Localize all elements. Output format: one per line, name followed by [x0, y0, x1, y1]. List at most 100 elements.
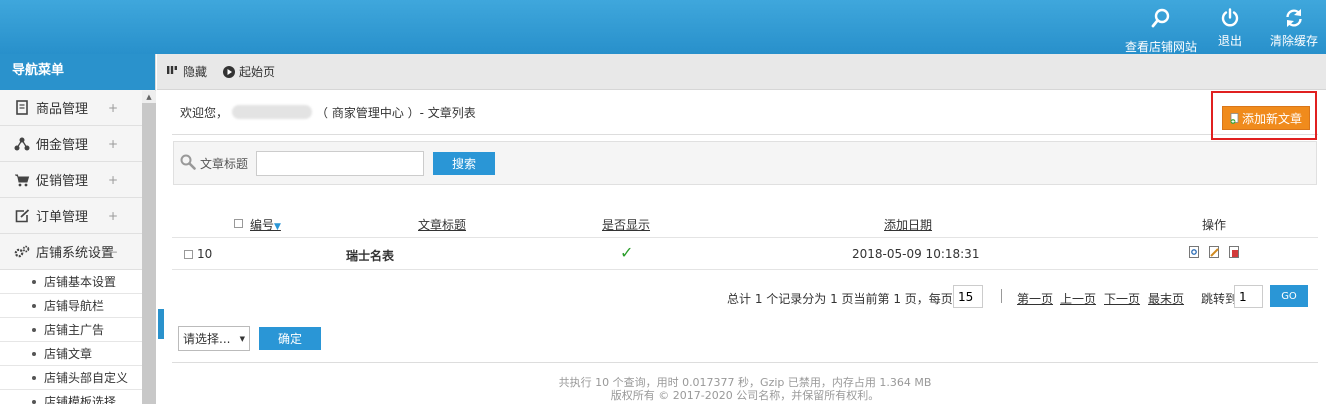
jump-page-input[interactable] — [1234, 285, 1263, 308]
go-button[interactable]: GO — [1270, 285, 1308, 307]
footer-copyright: 版权所有 © 2017-2020 公司名称，并保留所有权利。 — [610, 389, 880, 402]
sidebar-item-label: 佣金管理 — [36, 138, 89, 153]
table-header: 编号▼ 文章标题 是否显示 添加日期 操作 — [172, 210, 1318, 238]
sidebar-scrollbar[interactable]: ▲ — [142, 91, 156, 404]
sidebar-subitem-label: 店铺文章 — [44, 347, 93, 361]
scroll-up-arrow[interactable]: ▲ — [142, 91, 156, 103]
sidebar-item-goods[interactable]: 商品管理 + — [0, 90, 142, 126]
search-icon — [180, 154, 196, 173]
edit-icon — [14, 208, 30, 224]
add-document-icon — [1230, 112, 1240, 124]
page-size-input[interactable] — [953, 285, 983, 308]
column-header-title[interactable]: 文章标题 — [418, 216, 466, 233]
row-actions — [1189, 246, 1240, 261]
select-all-checkbox-wrap — [234, 216, 247, 230]
column-header-id-label: 编号 — [250, 218, 275, 232]
prev-page-link[interactable]: 上一页 — [1060, 290, 1096, 307]
add-article-highlight: 添加新文章 — [1211, 91, 1317, 140]
column-header-show[interactable]: 是否显示 — [602, 216, 650, 233]
bullet — [32, 279, 36, 284]
article-date: 2018-05-09 10:18:31 — [852, 247, 980, 261]
show-status-check[interactable]: ✓ — [620, 243, 633, 262]
tab-home[interactable]: 起始页 — [223, 63, 275, 80]
nav-list: 商品管理 + 佣金管理 + 促销管理 + 订单管理 + 店铺系统设置 − 店铺基… — [0, 90, 155, 404]
sidebar-subitem-navbar[interactable]: 店铺导航栏 — [0, 294, 142, 318]
gears-icon — [14, 244, 30, 260]
bullet — [32, 303, 36, 308]
main-content: 欢迎您， （ 商家管理中心 ）- 文章列表 添加新文章 文章标题 搜索 编号▼ … — [172, 90, 1318, 402]
sidebar-item-commission[interactable]: 佣金管理 + — [0, 126, 142, 162]
search-icon — [1151, 8, 1170, 28]
table-row: 10 瑞士名表 ✓ 2018-05-09 10:18:31 — [172, 238, 1318, 270]
row-checkbox[interactable] — [184, 250, 193, 259]
power-icon — [1221, 8, 1239, 27]
logout-label: 退出 — [1217, 34, 1242, 48]
column-header-date[interactable]: 添加日期 — [884, 216, 932, 233]
row-checkbox-cell: 10 — [184, 247, 212, 261]
bullet — [32, 375, 36, 380]
batch-select-value: 请选择... — [183, 331, 231, 346]
sidebar-subitem-label: 店铺主广告 — [44, 323, 105, 337]
sidebar-subitem-label: 店铺模板选择 — [44, 395, 117, 404]
footer: 共执行 10 个查询，用时 0.017377 秒，Gzip 已禁用，内存占用 1… — [172, 362, 1318, 402]
sidebar-subitem-articles[interactable]: 店铺文章 — [0, 342, 142, 366]
expand-toggle[interactable]: + — [108, 101, 118, 115]
hide-sidebar-button[interactable]: 隐藏 — [167, 63, 207, 80]
article-table: 编号▼ 文章标题 是否显示 添加日期 操作 10 瑞士名表 ✓ 2018-05-… — [172, 210, 1318, 270]
next-page-link[interactable]: 下一页 — [1104, 290, 1140, 307]
chevron-down-icon: ▼ — [239, 334, 245, 343]
search-button[interactable]: 搜索 — [433, 151, 496, 175]
sidebar-collapse-tab[interactable] — [158, 309, 164, 339]
top-bar: 查看店铺网站 退出 清除缓存 — [0, 0, 1326, 54]
sidebar-item-label: 订单管理 — [36, 210, 89, 225]
view-shop-button[interactable]: 查看店铺网站 — [1124, 0, 1198, 54]
book-icon — [14, 100, 30, 116]
cart-icon — [14, 172, 30, 188]
sidebar-item-shop-settings[interactable]: 店铺系统设置 − — [0, 234, 142, 270]
select-all-checkbox[interactable] — [234, 219, 243, 228]
column-header-id[interactable]: 编号▼ — [250, 216, 281, 233]
collapse-toggle[interactable]: − — [108, 245, 118, 259]
column-header-ops: 操作 — [1202, 218, 1227, 232]
expand-toggle[interactable]: + — [108, 137, 118, 151]
sidebar-subitem-label: 店铺导航栏 — [44, 299, 105, 313]
sidebar-subitem-main-ad[interactable]: 店铺主广告 — [0, 318, 142, 342]
sidebar-subitem-header-custom[interactable]: 店铺头部自定义 — [0, 366, 142, 390]
batch-action-select[interactable]: 请选择... ▼ — [178, 325, 250, 351]
sidebar: 导航菜单 商品管理 + 佣金管理 + 促销管理 + 订单管理 + 店铺系统设置 … — [0, 54, 156, 404]
share-icon — [14, 136, 30, 152]
article-title-input[interactable] — [256, 150, 425, 176]
hide-label: 隐藏 — [183, 65, 208, 79]
edit-icon[interactable] — [1208, 246, 1220, 258]
view-icon[interactable] — [1189, 246, 1200, 258]
last-page-link[interactable]: 最末页 — [1148, 290, 1184, 307]
sidebar-subitem-label: 店铺基本设置 — [44, 275, 117, 289]
sidebar-item-label: 商品管理 — [36, 102, 89, 117]
welcome-bar: 欢迎您， （ 商家管理中心 ）- 文章列表 — [172, 90, 1318, 135]
bars-icon — [167, 66, 179, 77]
sidebar-item-orders[interactable]: 订单管理 + — [0, 198, 142, 234]
pager-divider — [1001, 289, 1002, 303]
sidebar-subitem-template[interactable]: 店铺模板选择 — [0, 390, 142, 404]
sidebar-subitem-label: 店铺头部自定义 — [44, 371, 129, 385]
clear-cache-button[interactable]: 清除缓存 — [1262, 0, 1326, 54]
search-label: 文章标题 — [200, 156, 249, 171]
confirm-button[interactable]: 确定 — [259, 326, 321, 350]
play-circle-icon — [223, 65, 236, 78]
expand-toggle[interactable]: + — [108, 209, 118, 223]
batch-actions: 请选择... ▼ 确定 — [178, 325, 321, 351]
search-panel: 文章标题 搜索 — [173, 141, 1317, 185]
sidebar-item-promotion[interactable]: 促销管理 + — [0, 162, 142, 198]
first-page-link[interactable]: 第一页 — [1017, 290, 1053, 307]
top-actions: 查看店铺网站 退出 清除缓存 — [1124, 0, 1326, 54]
logout-button[interactable]: 退出 — [1198, 0, 1262, 54]
expand-toggle[interactable]: + — [108, 173, 118, 187]
add-article-label: 添加新文章 — [1241, 111, 1302, 126]
sidebar-subitem-basic[interactable]: 店铺基本设置 — [0, 270, 142, 294]
pager-summary: 总计 1 个记录分为 1 页当前第 1 页，每页 — [727, 292, 953, 306]
tab-bar: 隐藏 起始页 — [157, 54, 1326, 90]
delete-icon[interactable] — [1228, 246, 1240, 258]
bullet — [32, 327, 36, 332]
add-article-button[interactable]: 添加新文章 — [1222, 106, 1310, 130]
bullet — [32, 351, 36, 356]
